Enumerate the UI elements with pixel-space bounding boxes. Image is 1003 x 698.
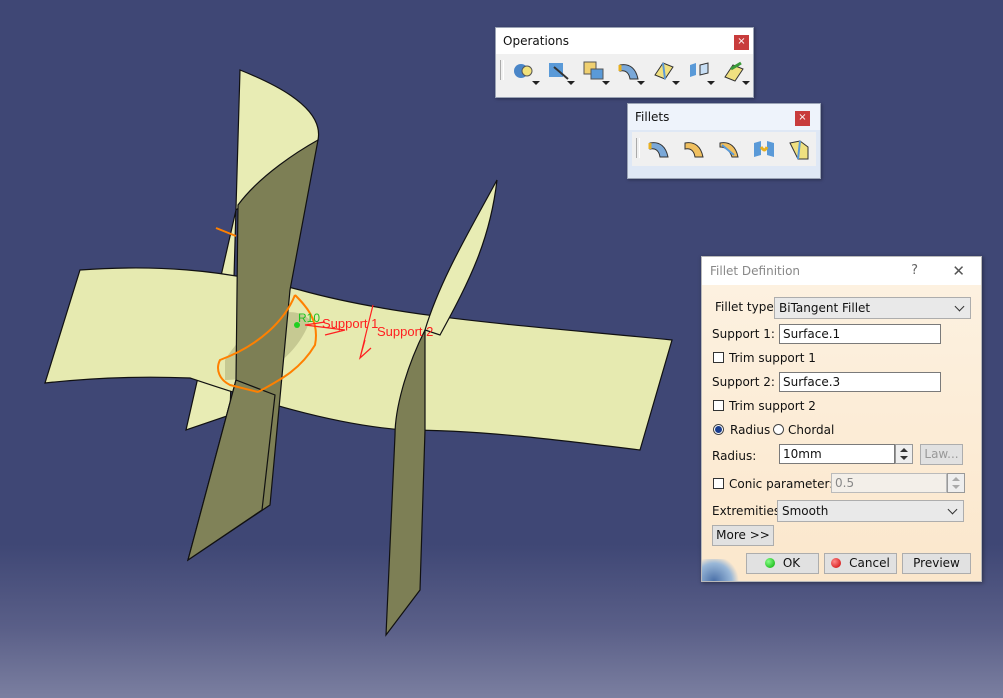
extract-icon[interactable] xyxy=(576,56,611,86)
ok-label: OK xyxy=(782,556,801,570)
cancel-led-icon xyxy=(831,558,842,568)
edge-fillet-icon[interactable] xyxy=(677,134,712,164)
extremities-value: Smooth xyxy=(782,504,829,518)
surface-vertical-right-upper[interactable] xyxy=(424,179,498,336)
shape-blend-icon[interactable] xyxy=(716,56,751,86)
extrapolate-icon[interactable] xyxy=(681,56,716,86)
preview-button[interactable]: Preview xyxy=(902,553,971,574)
fillet-definition-dialog[interactable]: Fillet Definition ? ✕ Fillet type: BiTan… xyxy=(701,256,982,582)
fillets-toolbar-title: Fillets xyxy=(628,104,820,130)
fillet-type-label: Fillet type: xyxy=(715,300,778,314)
ok-led-icon xyxy=(764,558,775,568)
conic-parameter-checkbox[interactable] xyxy=(713,478,724,489)
support1-label: Support 1: xyxy=(712,327,775,341)
split-trim-icon[interactable] xyxy=(541,56,576,86)
join-healing-icon[interactable] xyxy=(506,56,541,86)
law-button[interactable]: Law... xyxy=(920,444,963,465)
transform-icon[interactable] xyxy=(646,56,681,86)
chordal-radio[interactable] xyxy=(773,424,784,435)
radius-tag: R10 xyxy=(298,311,320,325)
face-face-fillet-icon[interactable] xyxy=(746,134,781,164)
dialog-corner-logo xyxy=(702,559,742,581)
support2-label: Support 2 xyxy=(377,324,433,339)
radius-spinner[interactable] xyxy=(895,444,913,464)
conic-parameter-spinner[interactable] xyxy=(947,473,965,493)
chordal-radio-label: Chordal xyxy=(788,423,835,437)
fillet-type-select[interactable]: BiTangent Fillet xyxy=(774,297,971,319)
conic-parameter-input[interactable]: 0.5 xyxy=(831,473,947,493)
shape-fillet-icon[interactable] xyxy=(642,134,677,164)
grip-handle[interactable] xyxy=(500,60,504,80)
cancel-button[interactable]: Cancel xyxy=(824,553,897,574)
dialog-titlebar[interactable]: Fillet Definition ? ✕ xyxy=(702,257,981,285)
trim-support1-label: Trim support 1 xyxy=(729,351,816,365)
extremities-label: Extremities: xyxy=(712,504,785,518)
trim-support1-checkbox[interactable] xyxy=(713,352,724,363)
extremities-select[interactable]: Smooth xyxy=(777,500,964,522)
trim-support2-checkbox[interactable] xyxy=(713,400,724,411)
tritangent-fillet-icon[interactable] xyxy=(781,134,816,164)
fillets-toolbar[interactable]: Fillets × xyxy=(627,103,821,179)
radius-label: Radius: xyxy=(712,449,757,463)
support1-field[interactable]: Surface.1 xyxy=(779,324,941,344)
support2-label: Support 2: xyxy=(712,375,775,389)
radius-input[interactable]: 10mm xyxy=(779,444,895,464)
dialog-title: Fillet Definition xyxy=(710,264,801,278)
help-icon[interactable]: ? xyxy=(911,257,918,285)
operations-toolbar-title: Operations xyxy=(496,28,753,54)
conic-parameter-label: Conic parameter: xyxy=(729,477,834,491)
variable-fillet-icon[interactable] xyxy=(712,134,747,164)
chevron-down-icon xyxy=(954,301,965,312)
cancel-label: Cancel xyxy=(849,556,890,570)
trim-support2-label: Trim support 2 xyxy=(729,399,816,413)
shape-fillet-icon[interactable] xyxy=(611,56,646,86)
close-icon[interactable]: × xyxy=(795,111,810,126)
surface-horizontal[interactable] xyxy=(44,267,673,451)
radius-radio[interactable] xyxy=(713,424,724,435)
fillet-type-value: BiTangent Fillet xyxy=(779,301,871,315)
close-icon[interactable]: × xyxy=(734,35,749,50)
chevron-down-icon xyxy=(947,504,958,515)
support2-field[interactable]: Surface.3 xyxy=(779,372,941,392)
close-icon[interactable]: ✕ xyxy=(952,257,965,285)
grip-handle[interactable] xyxy=(636,138,640,158)
ok-button[interactable]: OK xyxy=(746,553,819,574)
operations-toolbar[interactable]: Operations × xyxy=(495,27,754,98)
radius-radio-label: Radius xyxy=(730,423,771,437)
support1-label: Support 1 xyxy=(322,316,378,331)
more-button[interactable]: More >> xyxy=(712,525,774,546)
